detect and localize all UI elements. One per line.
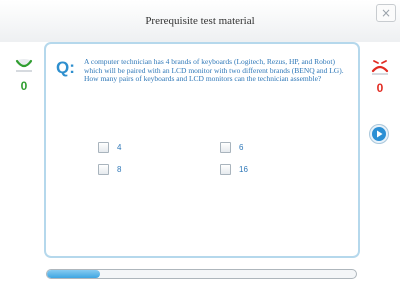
close-button[interactable]: ×: [376, 4, 396, 22]
option-d-label: 16: [239, 165, 248, 174]
question-card: Q: A computer technician has 4 brands of…: [44, 42, 360, 258]
wrong-score-panel: 0: [368, 57, 392, 95]
question-label: Q:: [56, 58, 75, 77]
option-a[interactable]: 4: [98, 142, 121, 153]
option-c[interactable]: 8: [98, 164, 121, 175]
option-d-checkbox[interactable]: [220, 164, 231, 175]
option-a-label: 4: [117, 143, 122, 152]
option-a-checkbox[interactable]: [98, 142, 109, 153]
page-title: Prerequisite test material: [145, 15, 255, 27]
option-b[interactable]: 6: [220, 142, 243, 153]
option-c-label: 8: [117, 165, 122, 174]
option-b-label: 6: [239, 143, 244, 152]
option-d[interactable]: 16: [220, 164, 248, 175]
correct-count: 0: [20, 79, 28, 93]
sad-face-icon: [371, 60, 389, 75]
progress-fill: [47, 270, 100, 278]
smiley-face-icon: [15, 59, 33, 72]
header-bar: Prerequisite test material ×: [0, 0, 400, 42]
wrong-count: 0: [376, 81, 384, 95]
play-arrow-icon: [372, 127, 386, 141]
correct-score-panel: 0: [12, 57, 36, 93]
next-button[interactable]: [369, 124, 389, 144]
progress-bar: [46, 269, 357, 279]
option-b-checkbox[interactable]: [220, 142, 231, 153]
question-text: A computer technician has 4 brands of ke…: [84, 57, 344, 84]
option-c-checkbox[interactable]: [98, 164, 109, 175]
